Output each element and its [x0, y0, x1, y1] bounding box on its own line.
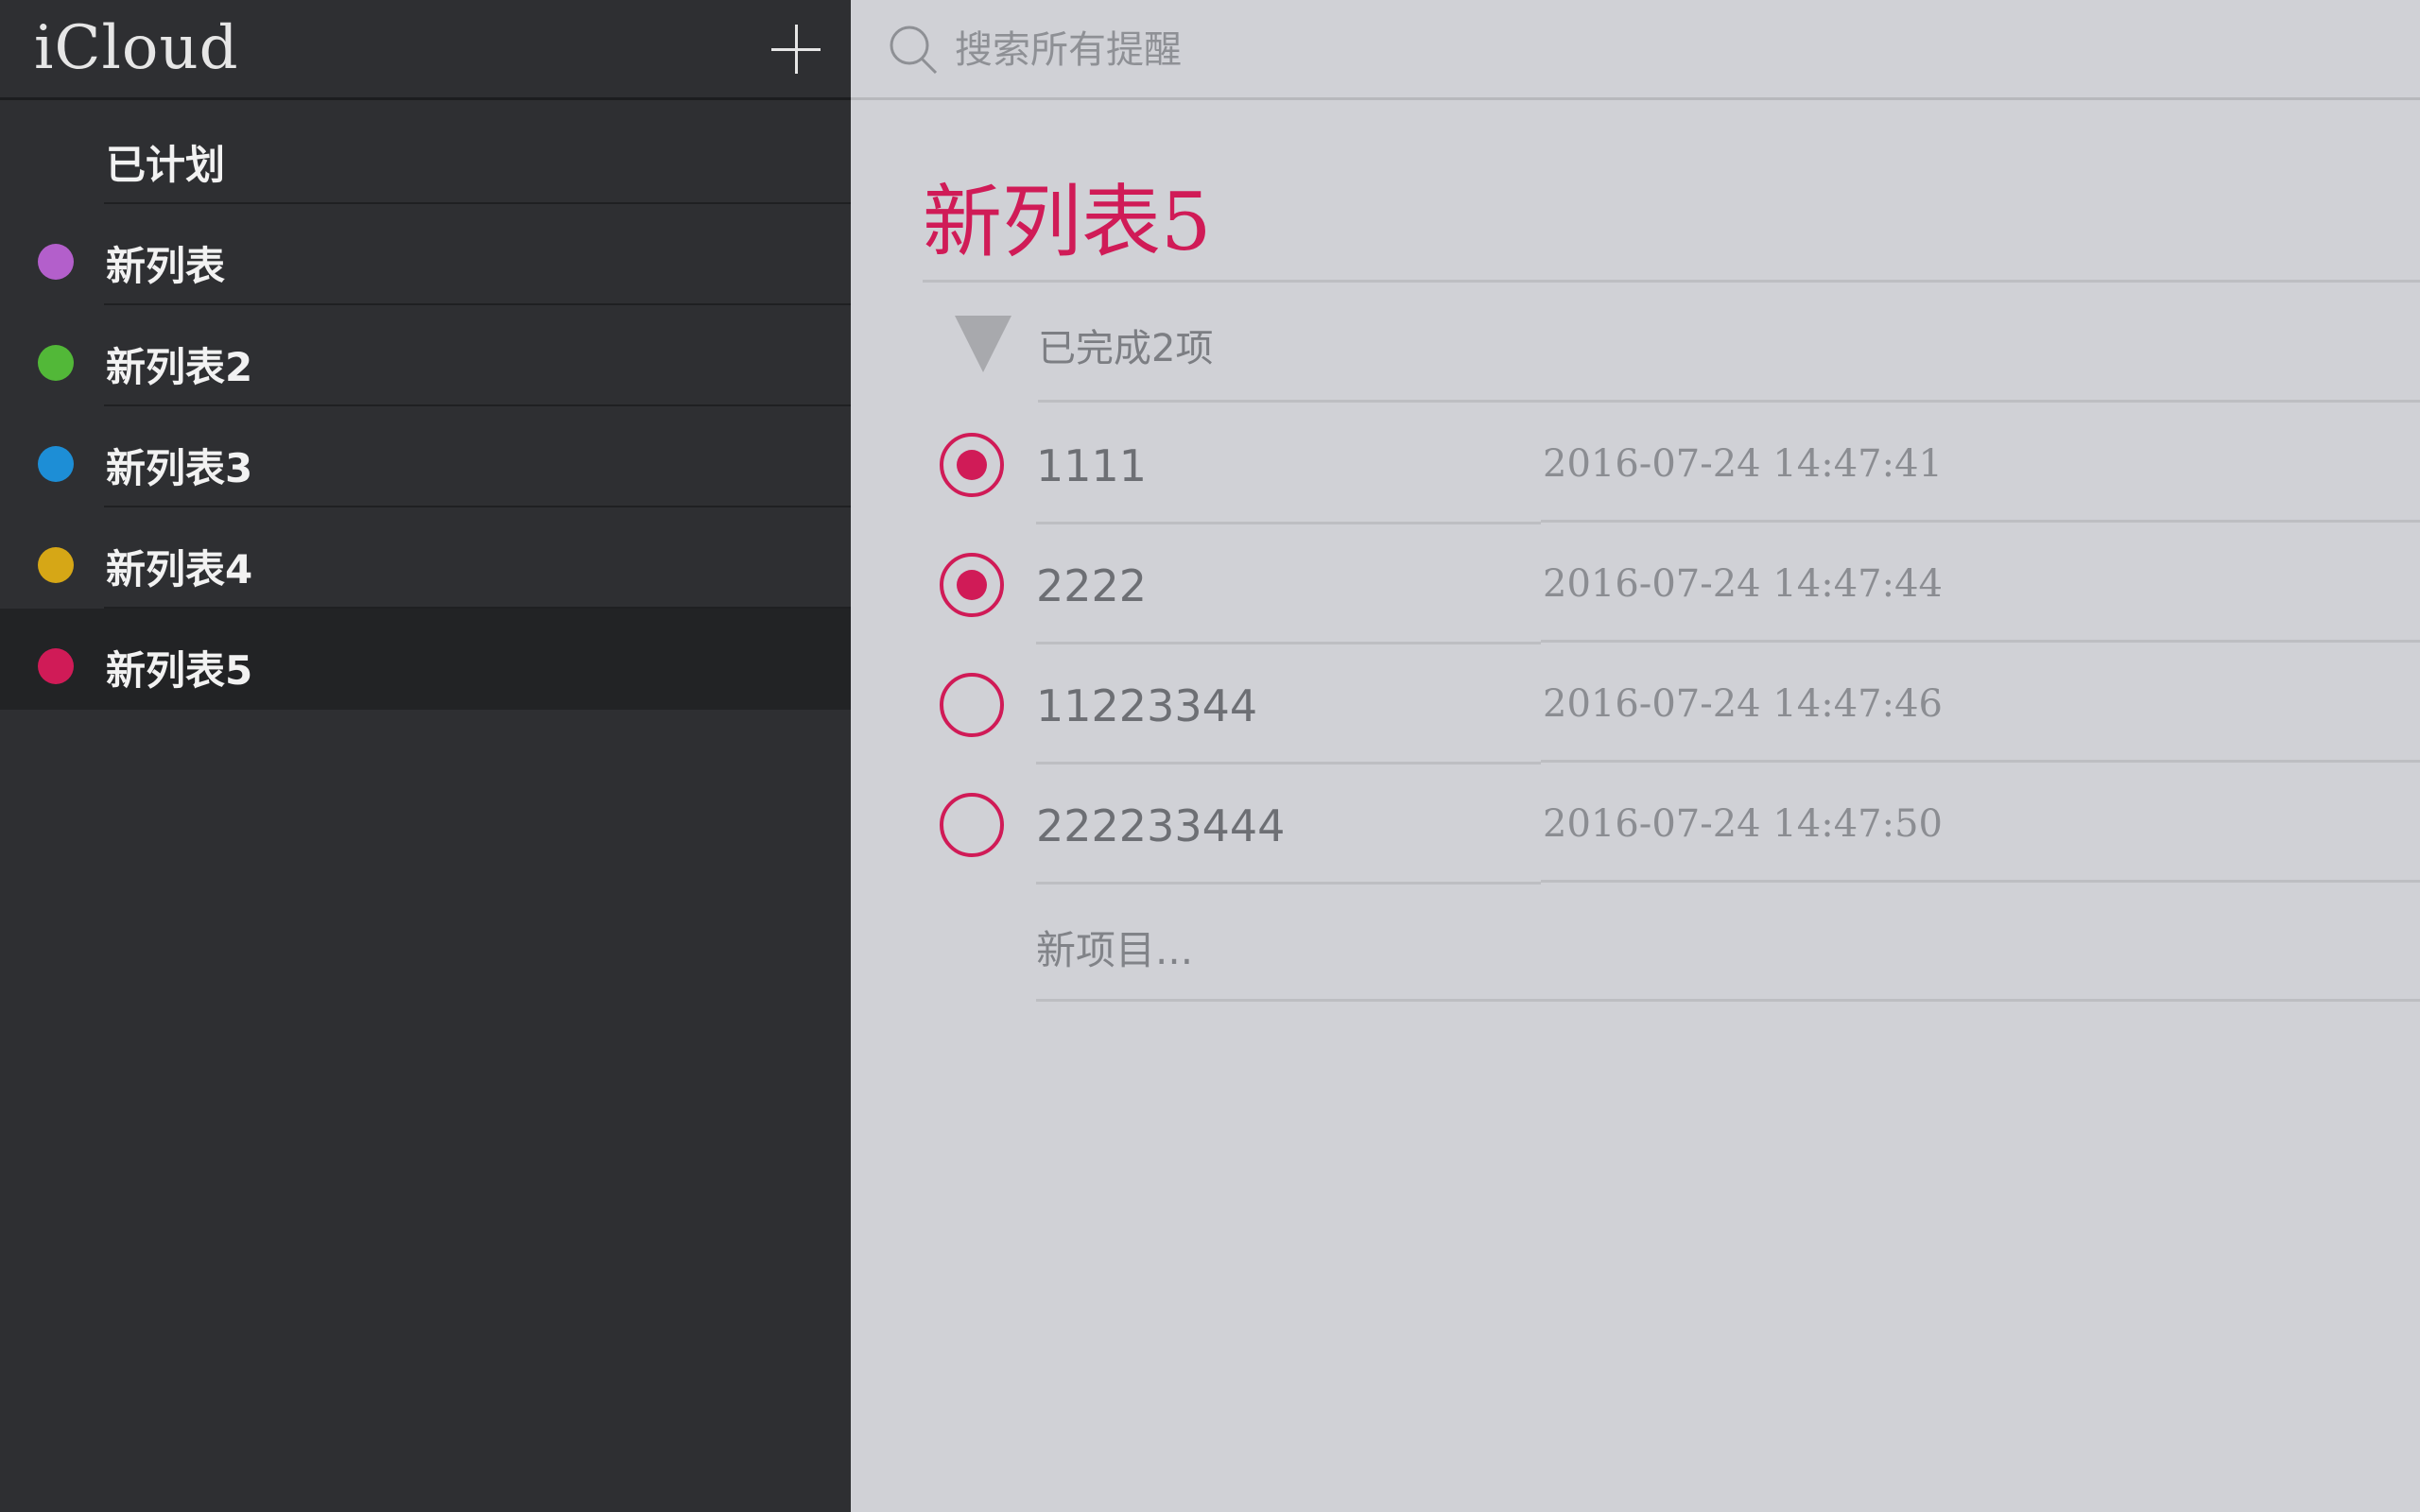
task-date: 2016-07-24 14:47:44	[1543, 562, 1943, 606]
task-date: 2016-07-24 14:47:46	[1543, 682, 1943, 726]
list-color-dot	[38, 547, 74, 583]
sidebar-item-list-1[interactable]: 新列表	[0, 204, 851, 305]
divider	[1541, 880, 2420, 883]
divider	[1036, 999, 2420, 1002]
checkmark-dot-icon	[957, 570, 987, 600]
divider	[1541, 520, 2420, 523]
sidebar: iCloud 已计划 新列表 新列表2 新列表3 新列表4 新列表5	[0, 0, 851, 1512]
task-title[interactable]: 11223344	[1036, 680, 1257, 731]
sidebar-header: iCloud	[0, 0, 851, 100]
task-checkbox[interactable]	[940, 553, 1004, 617]
list-color-dot	[38, 244, 74, 280]
new-item-input[interactable]: 新项目...	[1036, 919, 1193, 976]
search-icon	[890, 26, 938, 75]
sidebar-item-label: 已计划	[106, 142, 226, 188]
task-row: 11223344 2016-07-24 14:47:46	[851, 644, 2420, 765]
completed-toggle[interactable]: 已完成2项	[851, 284, 2420, 403]
main-panel: 新列表5 已完成2项 1111 2016-07-24 14:47:41 2222…	[851, 0, 2420, 1512]
sidebar-item-label: 新列表	[106, 243, 226, 289]
sidebar-item-scheduled[interactable]: 已计划	[0, 103, 851, 204]
sidebar-item-list-3[interactable]: 新列表3	[0, 406, 851, 507]
task-checkbox[interactable]	[940, 433, 1004, 497]
task-date: 2016-07-24 14:47:50	[1543, 802, 1943, 846]
task-title[interactable]: 2222	[1036, 560, 1147, 611]
task-date: 2016-07-24 14:47:41	[1543, 442, 1943, 486]
sidebar-item-list-5[interactable]: 新列表5	[0, 609, 851, 710]
task-title[interactable]: 1111	[1036, 440, 1147, 491]
list-title: 新列表5	[923, 176, 1212, 268]
task-row: 1111 2016-07-24 14:47:41	[851, 404, 2420, 524]
divider	[1038, 400, 2420, 403]
list-color-dot	[38, 446, 74, 482]
completed-count: 已完成2项	[1038, 327, 1214, 370]
sidebar-item-list-4[interactable]: 新列表4	[0, 507, 851, 609]
divider	[923, 280, 2420, 283]
task-title[interactable]: 222233444	[1036, 800, 1285, 851]
list-color-dot	[38, 345, 74, 381]
sidebar-item-label: 新列表5	[106, 647, 253, 694]
account-title: iCloud	[34, 13, 239, 83]
task-checkbox[interactable]	[940, 793, 1004, 857]
divider	[1541, 760, 2420, 763]
sidebar-item-list-2[interactable]: 新列表2	[0, 305, 851, 406]
sidebar-item-label: 新列表2	[106, 344, 253, 390]
disclosure-triangle-icon[interactable]	[955, 316, 1011, 372]
task-checkbox[interactable]	[940, 673, 1004, 737]
task-row: 2222 2016-07-24 14:47:44	[851, 524, 2420, 644]
sidebar-item-label: 新列表4	[106, 546, 253, 593]
task-row: 222233444 2016-07-24 14:47:50	[851, 765, 2420, 885]
checkmark-dot-icon	[957, 450, 987, 480]
plus-icon[interactable]	[771, 25, 821, 74]
list-color-dot	[38, 648, 74, 684]
search-bar	[851, 0, 2420, 100]
sidebar-item-label: 新列表3	[106, 445, 253, 491]
divider	[1541, 640, 2420, 643]
search-input[interactable]	[953, 21, 2280, 79]
new-item-row: 新项目...	[851, 885, 2420, 1002]
reminders-app: iCloud 已计划 新列表 新列表2 新列表3 新列表4 新列表5 搜索所有提…	[0, 0, 2420, 1512]
